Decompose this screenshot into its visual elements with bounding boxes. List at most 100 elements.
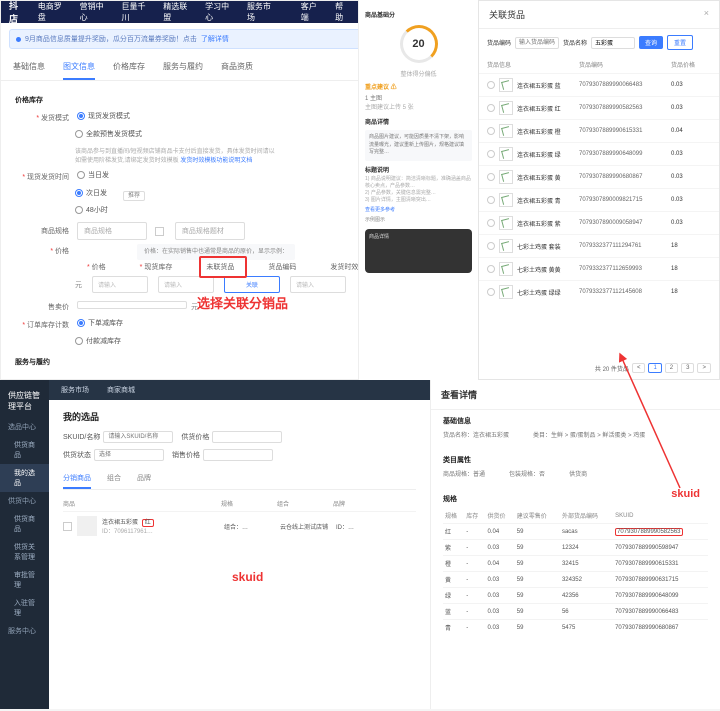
modal-row[interactable]: 七彩土鸡蛋 套装707933237711129476118 [479,234,719,257]
row-radio[interactable] [487,150,495,158]
ship-doc-link[interactable]: 发货时效模板功能说明文档 [180,158,252,164]
nav-item[interactable]: 精选联盟 [163,1,193,23]
sale-price-input[interactable] [203,449,273,461]
sidebar-item[interactable]: 供货商品 [0,436,49,464]
modal-row[interactable]: 连衣裙五彩蛋 青70793078900098217150.03 [479,188,719,211]
nav-item[interactable]: 电商罗盘 [38,1,68,23]
pager-next[interactable]: > [697,363,711,373]
row-radio[interactable] [487,242,495,250]
pager-1[interactable]: 1 [648,363,661,373]
row-radio[interactable] [487,265,495,273]
pager-3[interactable]: 3 [681,363,694,373]
supply-panel: 供应链管理平台 选品中心 供货商品 我的选品 供货中心 供货商品 供货关系管理 … [0,380,430,709]
supply-row[interactable]: 连衣裙五彩蛋 红 ID：7096117961… 组合：… 云仓线上测试店铺 ID… [63,511,416,540]
tab[interactable]: 价格库存 [113,55,145,80]
modal-table-header: 货品信息货品编码货品价格 [479,56,719,73]
sidebar-item[interactable]: 审批管理 [0,566,49,594]
supply-brand: 供应链管理平台 [0,384,49,418]
pager-2[interactable]: 2 [665,363,678,373]
nav-item[interactable]: 服务市场 [247,1,277,23]
annotation-text-1: 选择关联分销品 [197,293,288,312]
sell-price-input[interactable] [77,301,187,309]
modal-row[interactable]: 连衣裙五彩蛋 橙70793078899906153310.04 [479,119,719,142]
row-radio[interactable] [487,104,495,112]
row-thumb [77,516,97,536]
tab[interactable]: 基础信息 [13,55,45,80]
modal-row[interactable]: 七彩土鸡蛋 绿绿707933237711214560818 [479,280,719,303]
modal-row[interactable]: 连衣裙五彩蛋 绿70793078899906480990.03 [479,142,719,165]
spec-checkbox[interactable] [155,227,164,236]
sku-variant-highlight: 红 [142,519,154,527]
tab-active[interactable]: 图文信息 [63,55,95,80]
modal-title: 关联货品 [489,8,525,21]
info-icon [16,37,21,42]
sidebar-item[interactable]: 供货商品 [0,510,49,538]
search-button[interactable]: 查询 [639,36,663,49]
row-thumb [499,101,513,115]
close-icon[interactable]: × [704,8,709,21]
ana-info: 商品图片建议，可能因质量不清下架，影响流量曝光，建议重新上传图片，规格建议填写完… [365,130,472,161]
nav-item[interactable]: 营销中心 [80,1,110,23]
pager-prev[interactable]: < [632,363,646,373]
doudian-logo: 抖店 [9,0,26,25]
nav-item[interactable]: 学习中心 [205,1,235,23]
radio-order-reduce[interactable]: 下单减库存 [77,318,123,328]
row-radio[interactable] [487,196,495,204]
stock-input[interactable]: 请输入 [158,276,214,293]
spec-table: 规格库存供货价 建议零售价外部货品编码SKUID 红-0.0459sacas70… [443,508,708,635]
link-goods-button[interactable]: 关联 [224,276,280,293]
price-input[interactable]: 请输入 [92,276,148,293]
row-radio[interactable] [487,288,495,296]
label-ship-mode: 发货模式 [15,113,69,123]
supply-price-input[interactable] [212,431,282,443]
alert-text: 9月商品信息质量提升奖励，瓜分百万流量券奖励！点击 [25,34,197,44]
analytics-panel: 商品基础分 20 整体得分偏低 重点建议 ⚠ 1 主图 主图建议上传 5 张 商… [358,0,478,380]
nav-item[interactable]: 巨量千川 [121,1,151,23]
sku-search-input[interactable] [103,431,173,443]
tab[interactable]: 服务与履约 [163,55,203,80]
row-thumb [499,216,513,230]
radio-ship-now[interactable]: 现货发货模式 [77,111,130,121]
nav-right[interactable]: 帮助 [335,1,350,23]
spec-row: 蓝-0.0359567079307889990066483 [443,604,708,620]
sidebar-item[interactable]: 入驻管理 [0,594,49,622]
supply-status-select[interactable] [94,449,164,461]
modal-pager: 共 20 件货品 < 1 2 3 > [595,363,711,373]
row-radio[interactable] [487,81,495,89]
row-checkbox[interactable] [63,522,72,531]
sidebar-item-active[interactable]: 我的选品 [0,464,49,492]
reset-button[interactable]: 重置 [667,35,693,50]
ana-more-link[interactable]: 查看更多参考 [365,206,472,213]
annotation-text-2: skuid [232,570,263,584]
radio-48h[interactable]: 48小时 [75,205,108,215]
modal-row[interactable]: 七彩土鸡蛋 黄黄707933237711265999318 [479,257,719,280]
radio-presale[interactable]: 全款预售发货模式 [75,129,142,139]
spec-row: 紫-0.0359123247079307889990598947 [443,540,708,556]
goods-code-input[interactable] [515,37,559,49]
ana-title: 商品基础分 [365,10,472,19]
code-input[interactable]: 请输入 [290,276,346,293]
sidebar-item[interactable]: 供货关系管理 [0,538,49,566]
row-radio[interactable] [487,127,495,135]
row-radio[interactable] [487,173,495,181]
tab[interactable]: 商品资质 [221,55,253,80]
alert-link[interactable]: 了解详情 [201,34,229,44]
nav-right[interactable]: 客户端 [301,1,323,23]
modal-row[interactable]: 连衣裙五彩蛋 蓝70793078899900664830.03 [479,73,719,96]
spec-select[interactable]: 商品规格 [77,222,147,240]
radio-pay-reduce[interactable]: 付款减库存 [75,336,121,346]
spec-row: 橙-0.0459324157079307889990615331 [443,556,708,572]
row-thumb [499,78,513,92]
detail-title: 查看详情 [431,380,720,410]
radio-same-day[interactable]: 当日发 [77,170,109,180]
modal-row[interactable]: 连衣裙五彩蛋 黄70793078899906808670.03 [479,165,719,188]
row-radio[interactable] [487,219,495,227]
supply-topbar: 服务市场 商家商城 [49,380,430,400]
label-order-stock: 订单库存计数 [15,320,69,330]
supply-subtabs: 分销商品 组合 品牌 [63,469,416,490]
goods-name-input[interactable] [591,37,635,49]
modal-row[interactable]: 连衣裙五彩蛋 红70793078899905825630.03 [479,96,719,119]
radio-next-day[interactable]: 次日发 [75,188,107,198]
spec-theme[interactable]: 商品规格题材 [175,222,245,240]
modal-row[interactable]: 连衣裙五彩蛋 紫70793078900090589470.03 [479,211,719,234]
